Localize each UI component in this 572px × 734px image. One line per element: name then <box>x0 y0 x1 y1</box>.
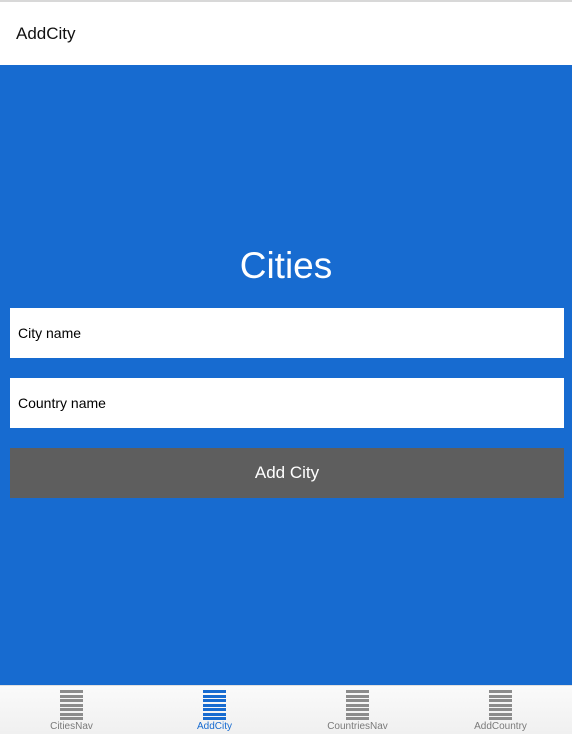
tab-label: CountriesNav <box>327 721 388 732</box>
add-city-button[interactable]: Add City <box>10 448 564 498</box>
app-window: AddCity Cities Add City CitiesNav AddCit… <box>0 0 572 734</box>
tab-label: AddCity <box>196 721 232 732</box>
city-name-input[interactable] <box>10 308 564 358</box>
tab-add-country[interactable]: AddCountry <box>429 686 572 734</box>
tab-add-city[interactable]: AddCity <box>143 686 286 734</box>
navigation-header: AddCity <box>0 2 572 65</box>
list-icon <box>489 690 512 720</box>
bottom-tab-bar: CitiesNav AddCity CountriesNav AddCountr… <box>0 685 572 734</box>
tab-label: CitiesNav <box>50 721 93 732</box>
list-icon <box>203 690 226 720</box>
list-icon <box>60 690 83 720</box>
tab-cities-nav[interactable]: CitiesNav <box>0 686 143 734</box>
header-title: AddCity <box>16 23 76 43</box>
page-title: Cities <box>239 245 333 286</box>
country-name-input[interactable] <box>10 378 564 428</box>
add-city-screen: Cities Add City <box>0 65 572 685</box>
list-icon <box>346 690 369 720</box>
tab-label: AddCountry <box>474 721 527 732</box>
tab-countries-nav[interactable]: CountriesNav <box>286 686 429 734</box>
